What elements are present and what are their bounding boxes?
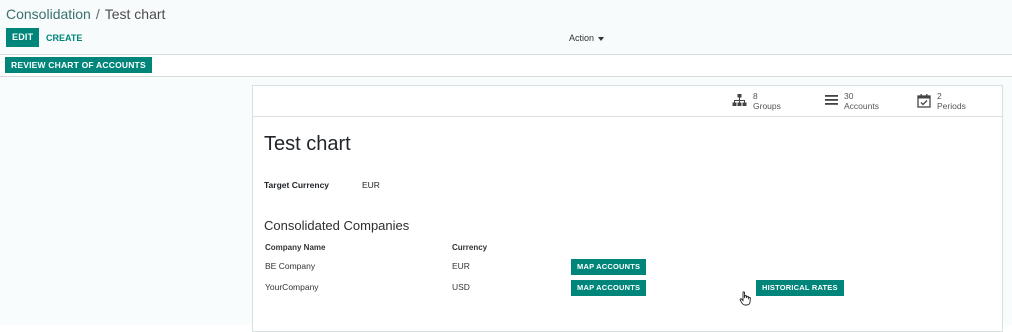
list-icon <box>825 95 838 105</box>
action-label: Action <box>569 33 595 43</box>
column-header-company-name: Company Name <box>265 243 326 252</box>
periods-count: 2 <box>937 91 942 101</box>
breadcrumb: Consolidation / Test chart <box>6 6 165 22</box>
breadcrumb-current: Test chart <box>104 6 166 22</box>
consolidated-companies-title: Consolidated Companies <box>264 218 410 233</box>
accounts-label: Accounts <box>844 101 879 111</box>
calendar-icon <box>917 94 931 108</box>
accounts-count: 30 <box>844 91 854 101</box>
groups-smart-button[interactable]: 8 Groups <box>732 91 781 111</box>
form-sheet: 8 Groups 30 Accounts 2 Periods Test chart T… <box>252 85 1003 332</box>
groups-count: 8 <box>753 91 758 101</box>
breadcrumb-separator: / <box>95 6 100 22</box>
control-panel: Consolidation / Test chart EDIT CREATE Act… <box>0 0 1012 55</box>
company-name-cell[interactable]: YourCompany <box>265 282 319 292</box>
create-button[interactable]: CREATE <box>46 33 82 43</box>
record-title: Test chart <box>264 133 351 155</box>
hand-pointer-icon <box>739 291 751 306</box>
periods-label: Periods <box>937 101 966 111</box>
groups-label: Groups <box>753 101 781 111</box>
periods-smart-button[interactable]: 2 Periods <box>917 91 966 111</box>
edit-button[interactable]: EDIT <box>6 28 40 47</box>
company-name-cell[interactable]: BE Company <box>265 261 315 271</box>
target-currency-label: Target Currency <box>264 180 330 190</box>
action-dropdown[interactable]: Action <box>569 33 605 43</box>
map-accounts-button[interactable]: MAP ACCOUNTS <box>571 280 647 296</box>
column-header-currency: Currency <box>452 243 488 252</box>
caret-down-icon <box>598 36 605 41</box>
company-currency-cell[interactable]: EUR <box>452 261 470 271</box>
smart-buttons: 8 Groups 30 Accounts 2 Periods <box>253 86 1002 117</box>
sitemap-icon <box>732 94 747 106</box>
review-chart-of-accounts-button[interactable]: REVIEW CHART OF ACCOUNTS <box>5 57 152 73</box>
company-currency-cell[interactable]: USD <box>452 282 470 292</box>
historical-rates-button[interactable]: HISTORICAL RATES <box>756 280 844 296</box>
breadcrumb-consolidation[interactable]: Consolidation <box>6 6 91 22</box>
map-accounts-button[interactable]: MAP ACCOUNTS <box>571 259 647 275</box>
accounts-smart-button[interactable]: 30 Accounts <box>825 91 879 111</box>
target-currency-value: EUR <box>362 180 380 190</box>
